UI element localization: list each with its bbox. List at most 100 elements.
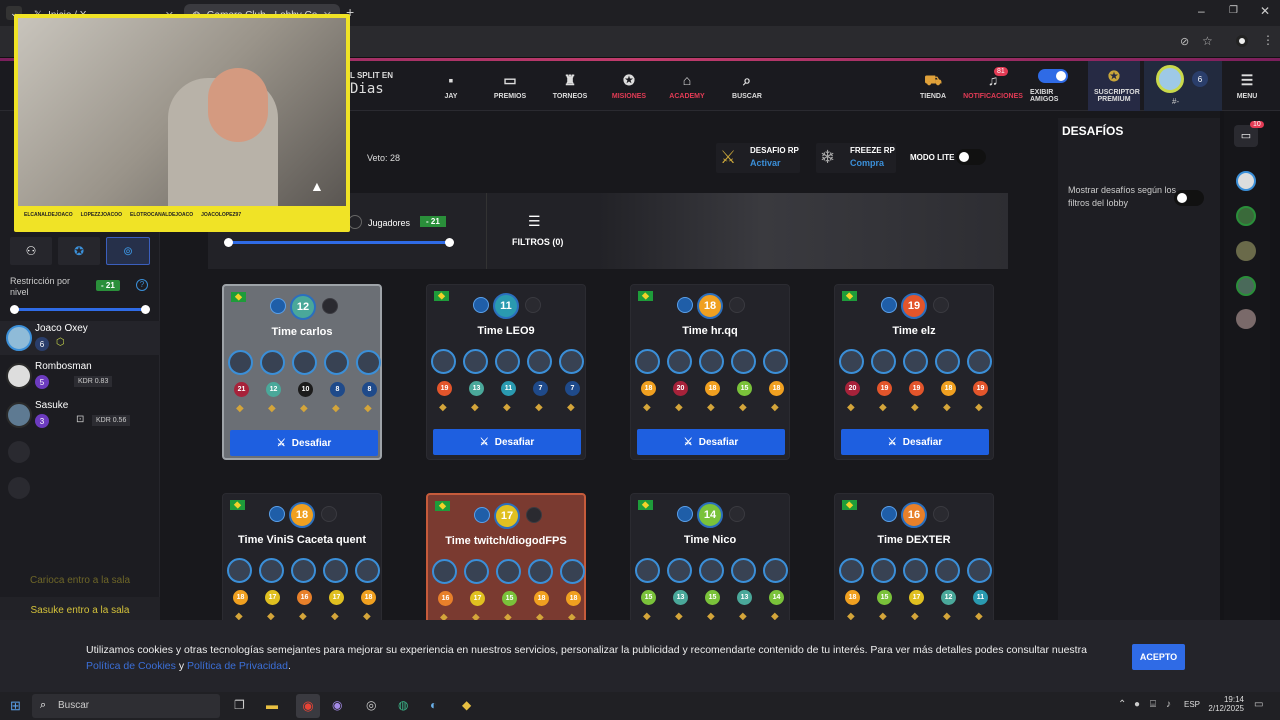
player-avatar[interactable]: [464, 559, 489, 584]
jugadores-slider[interactable]: [224, 238, 454, 247]
player-avatar[interactable]: [496, 559, 521, 584]
filter-icon[interactable]: ☰: [528, 213, 541, 230]
desafio-rp-button[interactable]: ⚔ DESAFIO RP Activar: [716, 143, 800, 173]
empty-slot[interactable]: [8, 441, 30, 463]
profile-area[interactable]: 6 #-: [1144, 61, 1222, 111]
filters-button[interactable]: FILTROS (0): [512, 237, 563, 247]
desafio-rp-action[interactable]: Activar: [750, 158, 781, 168]
clock[interactable]: 19:14 2/12/2025: [1204, 695, 1244, 713]
player-avatar[interactable]: [731, 349, 756, 374]
player-avatar[interactable]: [463, 349, 488, 374]
player-avatar[interactable]: [260, 350, 285, 375]
player-avatar[interactable]: [635, 558, 660, 583]
player-avatar[interactable]: [667, 558, 692, 583]
player-row[interactable]: Joaco Oxey 6 ⬡: [0, 321, 160, 355]
nav-torneos[interactable]: ♜ TORNEOS: [552, 61, 588, 111]
freeze-rp-button[interactable]: ❄ FREEZE RP Compra: [816, 143, 896, 173]
minimize-icon[interactable]: –: [1198, 4, 1205, 18]
group-icon[interactable]: ⚇: [10, 237, 52, 265]
avatar[interactable]: [1156, 65, 1184, 93]
player-avatar[interactable]: [355, 558, 380, 583]
challenge-card[interactable]: 18 Time hr.qq 18 ◆ 20 ◆ 18 ◆ 15 ◆ 18 ◆ ⚔ Desafiar: [630, 284, 790, 460]
player-avatar[interactable]: [967, 558, 992, 583]
player-avatar[interactable]: [839, 558, 864, 583]
player-avatar[interactable]: [699, 349, 724, 374]
player-avatar[interactable]: [323, 558, 348, 583]
player-avatar[interactable]: [935, 349, 960, 374]
friend-avatar[interactable]: [1236, 171, 1256, 191]
eye-off-icon[interactable]: ⊘: [1180, 35, 1189, 48]
player-avatar[interactable]: [292, 350, 317, 375]
toggle-icon[interactable]: [1038, 69, 1068, 83]
notifications-icon[interactable]: ▭: [1254, 699, 1263, 710]
accept-cookies-button[interactable]: ACEPTO: [1132, 644, 1185, 670]
player-avatar[interactable]: [903, 349, 928, 374]
volume-icon[interactable]: ♪: [1166, 699, 1171, 710]
challenge-card[interactable]: 12 Time carlos 21 ◆ 12 ◆ 10 ◆ 8 ◆ 8 ◆ ⚔ Desafiar: [222, 284, 382, 460]
help-icon[interactable]: ?: [136, 279, 148, 291]
player-avatar[interactable]: [495, 349, 520, 374]
nav-premios[interactable]: ▭ PREMIOS: [492, 61, 528, 111]
jugadores-radio[interactable]: [348, 215, 362, 229]
filter-toggle[interactable]: [1174, 190, 1204, 206]
freeze-rp-action[interactable]: Compra: [850, 158, 884, 168]
player-avatar[interactable]: [356, 350, 381, 375]
link-icon[interactable]: ⊚: [106, 237, 150, 265]
app-icon[interactable]: ◉: [332, 698, 342, 712]
profile-icon[interactable]: [1236, 35, 1248, 47]
gamersclub-icon[interactable]: ◍: [398, 698, 408, 712]
network-icon[interactable]: ⌸: [1150, 699, 1156, 710]
player-avatar[interactable]: [839, 349, 864, 374]
player-avatar[interactable]: [967, 349, 992, 374]
slider-handle-max[interactable]: [445, 238, 454, 247]
player-avatar[interactable]: [324, 350, 349, 375]
player-avatar[interactable]: [871, 349, 896, 374]
chrome-icon[interactable]: ◉: [296, 694, 320, 718]
player-avatar[interactable]: [227, 558, 252, 583]
slider-handle-min[interactable]: [224, 238, 233, 247]
task-view-icon[interactable]: ❐: [234, 698, 245, 712]
challenge-card[interactable]: 19 Time elz 20 ◆ 19 ◆ 19 ◆ 18 ◆ 19 ◆ ⚔ Desafiar: [834, 284, 994, 460]
player-avatar[interactable]: [935, 558, 960, 583]
tray-chevron-icon[interactable]: ⌃: [1118, 699, 1126, 710]
challenge-button[interactable]: ⚔ Desafiar: [637, 429, 785, 455]
app-icon[interactable]: ◆: [462, 698, 471, 712]
player-avatar[interactable]: [763, 349, 788, 374]
player-avatar[interactable]: [699, 558, 724, 583]
mic-icon[interactable]: ●: [1134, 699, 1140, 710]
nav-buscar[interactable]: ⌕ BUSCAR: [730, 61, 764, 111]
challenge-card[interactable]: 11 Time LEO9 19 ◆ 13 ◆ 11 ◆ 7 ◆ 7 ◆ ⚔ Desafiar: [426, 284, 586, 460]
modo-lite-toggle[interactable]: [956, 149, 986, 165]
friend-avatar[interactable]: [1236, 276, 1256, 296]
privacy-policy-link[interactable]: Política de Privacidad: [187, 660, 288, 672]
player-avatar[interactable]: [667, 349, 692, 374]
windows-start-icon[interactable]: ⊞: [10, 698, 21, 714]
player-avatar[interactable]: [527, 349, 552, 374]
player-avatar[interactable]: [635, 349, 660, 374]
restore-icon[interactable]: ❐: [1229, 5, 1238, 16]
nav-suscriptor[interactable]: ✪ SUSCRIPTOR PREMIUM: [1088, 61, 1140, 111]
slider-handle-min[interactable]: [10, 305, 19, 314]
more-icon[interactable]: ⋮: [1262, 33, 1274, 47]
nav-notificaciones[interactable]: ♫ NOTIFICACIONES: [963, 61, 1023, 111]
nav-exibir-amigos[interactable]: EXIBIR AMIGOS: [1030, 61, 1076, 111]
player-avatar[interactable]: [763, 558, 788, 583]
player-avatar[interactable]: [528, 559, 553, 584]
player-avatar[interactable]: [228, 350, 253, 375]
challenge-button[interactable]: ⚔ Desafiar: [841, 429, 989, 455]
player-avatar[interactable]: [871, 558, 896, 583]
player-avatar[interactable]: [431, 349, 456, 374]
friend-avatar[interactable]: [1236, 206, 1256, 226]
player-avatar[interactable]: [560, 559, 585, 584]
challenge-button[interactable]: ⚔ Desafiar: [433, 429, 581, 455]
window-close-icon[interactable]: ✕: [1260, 4, 1270, 18]
cookie-policy-link[interactable]: Política de Cookies: [86, 660, 176, 672]
restriction-slider[interactable]: [10, 305, 150, 314]
player-avatar[interactable]: [559, 349, 584, 374]
empty-slot[interactable]: [8, 477, 30, 499]
nav-tienda[interactable]: ⛟ TIENDA: [914, 61, 952, 111]
obs-icon[interactable]: ◎: [366, 698, 376, 712]
challenge-button[interactable]: ⚔ Desafiar: [230, 430, 378, 456]
taskbar-search[interactable]: ⌕ Buscar: [32, 694, 220, 718]
player-avatar[interactable]: [903, 558, 928, 583]
